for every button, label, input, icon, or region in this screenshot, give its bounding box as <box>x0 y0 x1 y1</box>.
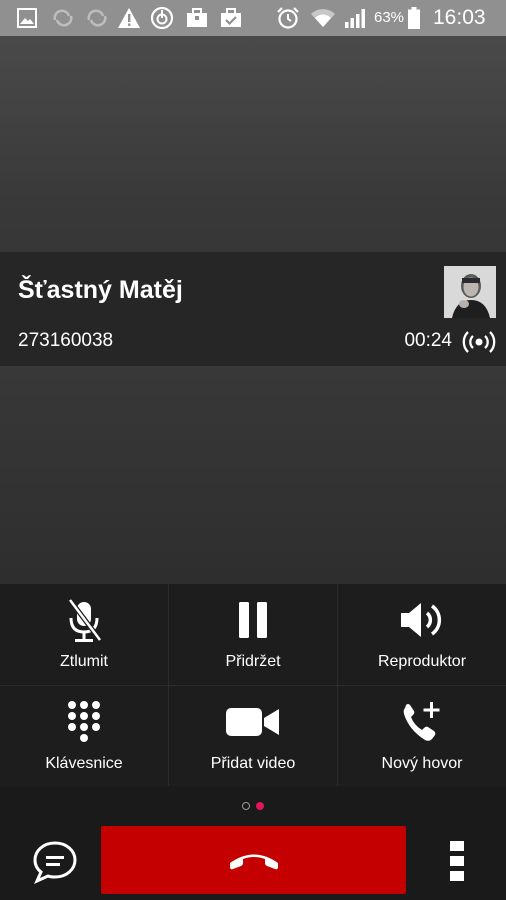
battery-percent: 63% <box>374 9 405 26</box>
caller-avatar <box>444 266 496 318</box>
briefcase-check-icon <box>218 6 244 30</box>
mute-label: Ztlumit <box>60 653 108 670</box>
more-options-icon[interactable] <box>447 838 467 884</box>
hold-button[interactable]: Přidržet <box>169 584 337 685</box>
end-call-button[interactable] <box>101 826 406 894</box>
status-bar: 63% 16:03 <box>0 0 506 36</box>
gallery-icon <box>15 6 39 30</box>
chat-icon[interactable] <box>31 840 79 884</box>
add-call-icon <box>403 702 440 741</box>
speaker-label: Reproduktor <box>377 653 467 670</box>
mute-button[interactable]: Ztlumit <box>0 584 168 685</box>
video-camera-icon <box>226 708 279 736</box>
speaker-button[interactable]: Reproduktor <box>338 584 506 685</box>
wifi-icon <box>309 6 337 30</box>
page-indicator-dot[interactable] <box>242 802 250 810</box>
briefcase-icon <box>184 6 210 30</box>
keypad-button[interactable]: Klávesnice <box>0 686 168 787</box>
add-video-label: Přidat video <box>210 755 296 772</box>
caller-number: 273160038 <box>18 330 114 351</box>
sync-icon <box>50 6 76 30</box>
hd-voice-icon <box>462 331 496 353</box>
new-call-label: Nový hovor <box>381 755 463 772</box>
mic-off-icon <box>68 598 102 642</box>
call-duration: 00:24 <box>404 330 452 351</box>
hold-label: Přidržet <box>225 653 281 670</box>
call-background <box>0 36 506 252</box>
signal-icon <box>343 6 369 30</box>
warning-icon <box>116 6 142 30</box>
speaker-icon <box>401 603 442 637</box>
battery-icon <box>407 6 421 30</box>
call-background-lower <box>0 366 506 584</box>
dialpad-icon <box>68 701 100 742</box>
hang-up-icon <box>229 854 278 870</box>
alarm-icon <box>275 6 301 30</box>
status-time: 16:03 <box>433 6 486 29</box>
power-icon <box>149 6 175 30</box>
sync-icon <box>84 6 110 30</box>
pause-icon <box>239 602 267 638</box>
new-call-button[interactable]: Nový hovor <box>338 686 506 787</box>
caller-name: Šťastný Matěj <box>18 276 183 304</box>
page-indicator-dot-active[interactable] <box>256 802 264 810</box>
add-video-button[interactable]: Přidat video <box>169 686 337 787</box>
keypad-label: Klávesnice <box>45 755 123 772</box>
